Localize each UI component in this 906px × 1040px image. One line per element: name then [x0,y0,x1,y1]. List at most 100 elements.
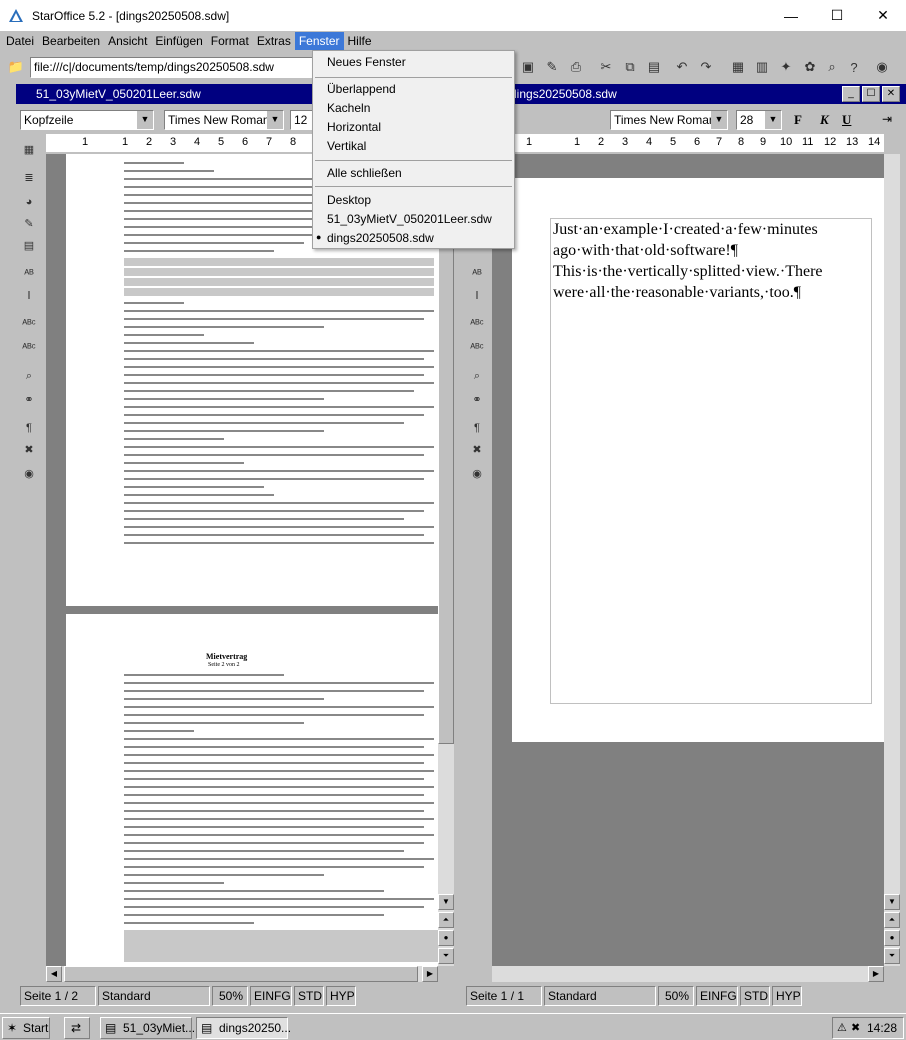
hyperlink-mode[interactable]: HYP [326,986,356,1006]
copy-icon[interactable]: ⧉ [620,57,640,77]
navigation-button[interactable]: ● [438,930,454,946]
doc-maximize-button[interactable]: ☐ [862,86,880,102]
minimize-button[interactable]: — [768,0,814,31]
field-shadings-icon[interactable]: ✖ [467,440,487,460]
scroll-thumb[interactable] [438,174,454,744]
scroll-right-button[interactable]: ▶ [868,966,884,982]
menu-datei[interactable]: Datei [2,32,38,50]
menu-format[interactable]: Format [207,32,253,50]
menu-item-desktop[interactable]: Desktop [327,193,371,207]
insert-table-icon[interactable]: ▦ [19,140,39,160]
insert-mode[interactable]: EINFG [250,986,292,1006]
scroll-down-button[interactable]: ▼ [438,894,454,910]
menu-einfuegen[interactable]: Einfügen [151,32,206,50]
datasource-icon[interactable]: ⚭ [467,390,487,410]
prev-page-button[interactable]: ⏶ [438,912,454,928]
zoom-level[interactable]: 50% [658,986,694,1006]
menu-item-doc-dings[interactable]: dings20250508.sdw [327,231,434,245]
navigator-icon[interactable]: ▦ [728,57,748,77]
next-page-button[interactable]: ⏷ [884,948,900,964]
edit-file-icon[interactable]: ✎ [542,57,562,77]
text-frame[interactable]: Just·an·example·I·created·a·few·minutes … [550,218,872,704]
insert-fields-icon[interactable]: ≣ [19,168,39,188]
find-icon[interactable]: ⌕ [822,57,842,77]
nonprinting-chars-icon[interactable]: ¶ [467,418,487,438]
binoculars-icon[interactable]: ⌕ [467,366,487,386]
autospell-icon[interactable]: ᴬᴮᶜ [19,338,39,358]
menu-item-doc-mietv[interactable]: 51_03yMietV_050201Leer.sdw [327,212,492,226]
nonprinting-chars-icon[interactable]: ¶ [19,418,39,438]
zoom-level[interactable]: 50% [212,986,248,1006]
datasource-icon[interactable]: ⚭ [19,390,39,410]
undo-icon[interactable]: ↶ [672,57,692,77]
task-button-mietv[interactable]: ▤ 51_03yMiet... [100,1017,195,1039]
chevron-down-icon[interactable]: ▼ [267,111,283,129]
italic-button[interactable]: K [820,112,829,128]
hyperlink-mode[interactable]: HYP [772,986,802,1006]
left-horizontal-scrollbar[interactable]: ◀ ▶ [46,966,438,982]
draw-icon[interactable]: ✎ [19,214,39,234]
font-size-combo[interactable]: 28 ▼ [736,110,782,130]
close-button[interactable]: ✕ [860,0,906,31]
hyperlink-icon[interactable]: ✦ [776,57,796,77]
url-field[interactable]: file:///c|/documents/temp/dings20250508.… [30,57,320,78]
redo-icon[interactable]: ↷ [696,57,716,77]
right-vertical-scrollbar[interactable]: ▼ ⏶ ● ⏷ [884,154,900,966]
menu-item-horizontal[interactable]: Horizontal [327,120,381,134]
prev-page-button[interactable]: ⏶ [884,912,900,928]
menu-item-vertical[interactable]: Vertikal [327,139,366,153]
toolbar-overflow-icon[interactable]: ⇥ [882,112,892,126]
globe-icon[interactable]: ◉ [872,57,892,77]
volume-icon[interactable]: ✖ [851,1018,860,1038]
task-button-dings[interactable]: ▤ dings20250... [196,1017,291,1039]
autospell-icon[interactable]: ᴬᴮᶜ [467,338,487,358]
left-document-area[interactable]: Mietvertrag Seite 2 von 2 [46,154,438,966]
menu-item-close-all[interactable]: Alle schließen [327,166,402,180]
navigation-button[interactable]: ● [884,930,900,946]
menu-hilfe[interactable]: Hilfe [344,32,376,50]
selection-mode[interactable]: STD [294,986,324,1006]
desktop-toggle-button[interactable]: ⇄ [64,1017,90,1039]
right-horizontal-ruler[interactable]: 1 1 2 3 4 5 6 7 8 9 10 11 12 13 14 15 16 [512,134,884,152]
print-icon[interactable]: ⎙ [566,57,586,77]
menu-ansicht[interactable]: Ansicht [104,32,151,50]
menu-extras[interactable]: Extras [253,32,295,50]
form-icon[interactable]: ▤ [19,236,39,256]
menu-fenster[interactable]: Fenster [294,32,344,50]
insert-object-icon[interactable]: ◕ [19,192,39,212]
hscroll-thumb[interactable] [64,966,418,982]
page-style[interactable]: Standard [98,986,210,1006]
chevron-down-icon[interactable]: ▼ [711,111,727,129]
start-button[interactable]: ✶ Start [2,1017,50,1039]
binoculars-icon[interactable]: ⌕ [19,366,39,386]
font-name-combo[interactable]: Times New Roman ▼ [164,110,284,130]
paste-icon[interactable]: ▤ [644,57,664,77]
scroll-down-button[interactable]: ▼ [884,894,900,910]
bold-button[interactable]: F [794,112,802,128]
folder-icon[interactable]: 📁 [6,57,26,77]
save-icon[interactable]: ▣ [518,57,538,77]
spellcheck-icon[interactable]: ᴬᴮᶜ [19,314,39,334]
font-size-combo[interactable]: 12 [290,110,314,130]
chevron-down-icon[interactable]: ▼ [137,111,153,129]
scroll-right-button[interactable]: ▶ [422,966,438,982]
scroll-left-button[interactable]: ◀ [46,966,62,982]
insert-mode[interactable]: EINFG [696,986,738,1006]
help-icon[interactable]: ? [844,57,864,77]
menu-item-tile[interactable]: Kacheln [327,101,370,115]
document-text[interactable]: Just·an·example·I·created·a·few·minutes … [553,221,823,301]
network-icon[interactable]: ⚠ [837,1018,847,1038]
page-indicator[interactable]: Seite 1 / 1 [466,986,542,1006]
text-autocomplete-icon[interactable]: ᴬᴮ [19,264,39,284]
doc-minimize-button[interactable]: _ [842,86,860,102]
selection-mode[interactable]: STD [740,986,770,1006]
paragraph-style-combo[interactable]: Kopfzeile ▼ [20,110,154,130]
next-page-button[interactable]: ⏷ [438,948,454,964]
stylist-icon[interactable]: ▥ [752,57,772,77]
cursor-icon[interactable]: Ⅰ [19,286,39,306]
page-style[interactable]: Standard [544,986,656,1006]
online-layout-icon[interactable]: ◉ [19,464,39,484]
gallery-icon[interactable]: ✿ [800,57,820,77]
font-name-combo[interactable]: Times New Roman ▼ [610,110,728,130]
chevron-down-icon[interactable]: ▼ [765,111,781,129]
